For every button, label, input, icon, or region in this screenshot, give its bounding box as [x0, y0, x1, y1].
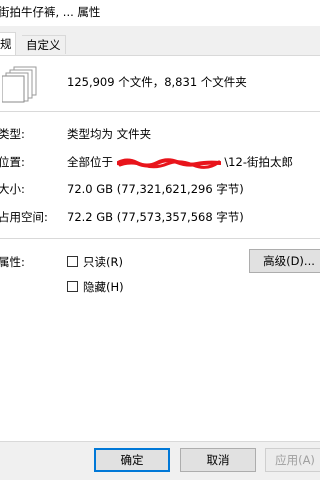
hidden-label[interactable]: 隐藏(H)	[83, 279, 124, 295]
readonly-checkbox[interactable]	[67, 256, 78, 267]
size-on-disk-label: 占用空间:	[0, 210, 48, 224]
type-value: 类型均为 文件夹	[67, 127, 152, 141]
ok-button[interactable]: 确定	[94, 448, 170, 472]
advanced-button[interactable]: 高级(D)...	[249, 249, 320, 273]
location-value: 全部位于 \12-街拍太郎	[67, 154, 293, 170]
attributes-label: 属性:	[0, 255, 25, 269]
type-label: 类型:	[0, 127, 25, 141]
size-value: 72.0 GB (77,321,621,296 字节)	[67, 182, 244, 196]
size-label: 大小:	[0, 182, 25, 196]
readonly-label[interactable]: 只读(R)	[83, 254, 123, 270]
location-suffix: \12-街拍太郎	[224, 155, 293, 169]
apply-button[interactable]: 应用(A)	[265, 448, 320, 472]
tab-general[interactable]: 规	[0, 32, 16, 56]
hidden-checkbox[interactable]	[67, 281, 78, 292]
selection-summary: 125,909 个文件，8,831 个文件夹	[67, 75, 247, 89]
cancel-button[interactable]: 取消	[180, 448, 256, 472]
tab-custom[interactable]: 自定义	[22, 35, 66, 54]
title-bar: 街拍牛仔裤, ... 属性	[0, 0, 320, 26]
divider	[0, 111, 320, 112]
location-prefix: 全部位于	[67, 155, 117, 169]
window-title: 街拍牛仔裤, ... 属性	[0, 5, 101, 19]
redaction-scribble	[116, 157, 221, 169]
size-on-disk-value: 72.2 GB (77,573,357,568 字节)	[67, 210, 244, 224]
tab-bar: 自定义 规	[0, 32, 320, 56]
multiple-files-icon	[2, 66, 37, 103]
divider	[0, 238, 320, 239]
general-panel: 125,909 个文件，8,831 个文件夹 类型: 类型均为 文件夹 位置: …	[0, 55, 320, 442]
location-label: 位置:	[0, 155, 25, 169]
